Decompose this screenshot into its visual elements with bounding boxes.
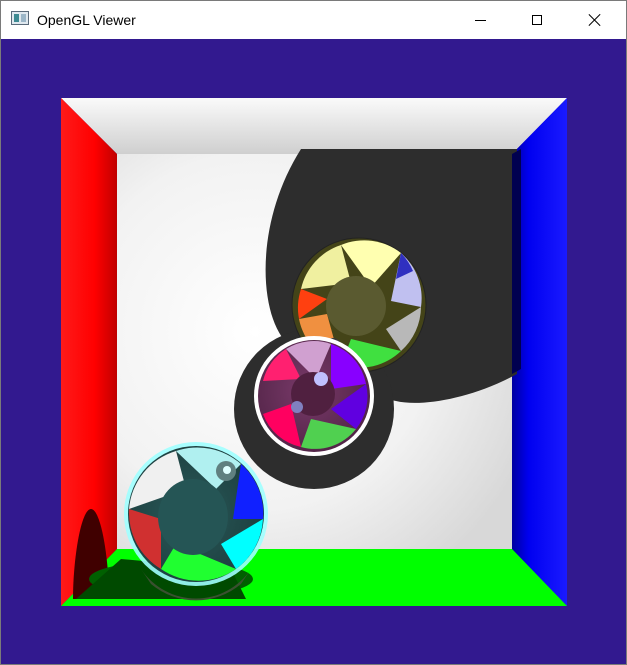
minimize-button[interactable] xyxy=(457,1,503,39)
opengl-render-viewport[interactable] xyxy=(1,39,626,664)
opengl-viewer-window: OpenGL Viewer xyxy=(0,0,627,665)
title-bar[interactable]: OpenGL Viewer xyxy=(1,1,626,39)
maximize-icon xyxy=(532,15,542,25)
window-title: OpenGL Viewer xyxy=(37,12,136,28)
minimize-icon xyxy=(474,19,486,21)
opengl-app-icon[interactable] xyxy=(11,11,29,25)
close-icon xyxy=(588,13,602,27)
rendered-scene xyxy=(1,39,626,664)
maximize-button[interactable] xyxy=(514,1,560,39)
mirror-sphere-middle xyxy=(254,336,374,456)
close-button[interactable] xyxy=(572,1,618,39)
